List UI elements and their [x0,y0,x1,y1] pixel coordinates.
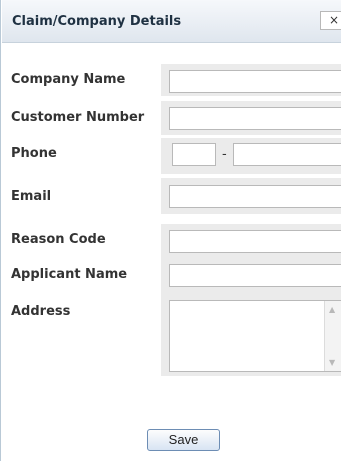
reason-code-input[interactable] [169,230,341,253]
company-name-label: Company Name [11,72,126,87]
company-name-input[interactable] [169,70,341,93]
email-input[interactable] [169,185,341,208]
close-button[interactable]: × [320,11,341,30]
dialog-title: Claim/Company Details [12,14,182,29]
save-button[interactable]: Save [147,429,220,451]
customer-number-label: Customer Number [11,110,145,125]
scroll-down-arrow-icon[interactable]: ▼ [329,358,335,367]
reason-code-label: Reason Code [11,232,106,247]
phone-label: Phone [11,146,57,161]
phone-separator: - [222,147,227,162]
email-label: Email [11,189,52,204]
applicant-name-label: Applicant Name [11,267,128,282]
claim-company-details-dialog: Claim/Company Details × Company Name Cus… [0,0,341,461]
customer-number-input[interactable] [169,107,341,130]
address-scrollbar[interactable]: ▲ ▼ [324,301,341,371]
address-textarea[interactable]: ▲ ▼ [169,300,341,372]
dialog-titlebar: Claim/Company Details × [2,0,341,43]
address-label: Address [11,304,71,319]
phone-area-code-input[interactable] [172,143,216,166]
phone-number-input[interactable] [233,143,341,166]
applicant-name-input[interactable] [169,264,341,287]
close-icon: × [329,13,340,27]
scroll-up-arrow-icon[interactable]: ▲ [329,305,335,314]
